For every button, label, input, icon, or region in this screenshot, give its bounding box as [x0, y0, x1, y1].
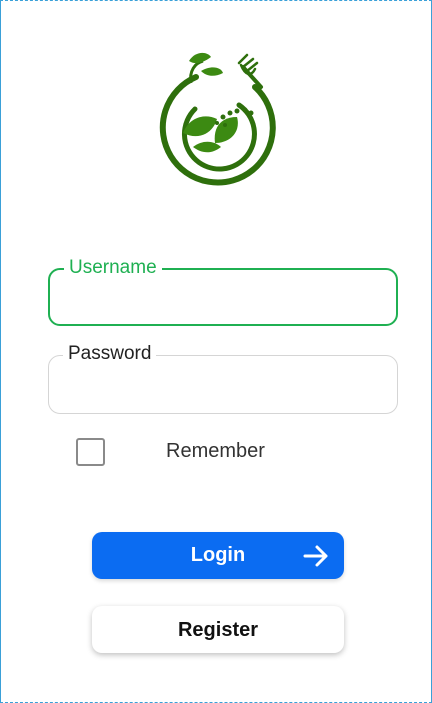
password-input[interactable]: [63, 370, 383, 403]
leaf-fork-logo-icon: [159, 52, 276, 186]
password-label: Password: [63, 343, 157, 365]
username-input[interactable]: [64, 284, 382, 314]
login-button[interactable]: Login: [92, 532, 344, 579]
app-logo: [159, 47, 285, 191]
password-field[interactable]: Password: [48, 343, 398, 414]
app-frame: Username Password Remember Login Registe…: [0, 0, 432, 703]
remember-checkbox[interactable]: [76, 438, 105, 466]
register-button-label: Register: [177, 619, 259, 641]
remember-label: Remember: [166, 440, 265, 462]
register-button[interactable]: Register: [92, 606, 344, 653]
username-label: Username: [64, 257, 162, 279]
arrow-right-icon: [303, 545, 328, 567]
username-field[interactable]: Username: [48, 257, 398, 326]
